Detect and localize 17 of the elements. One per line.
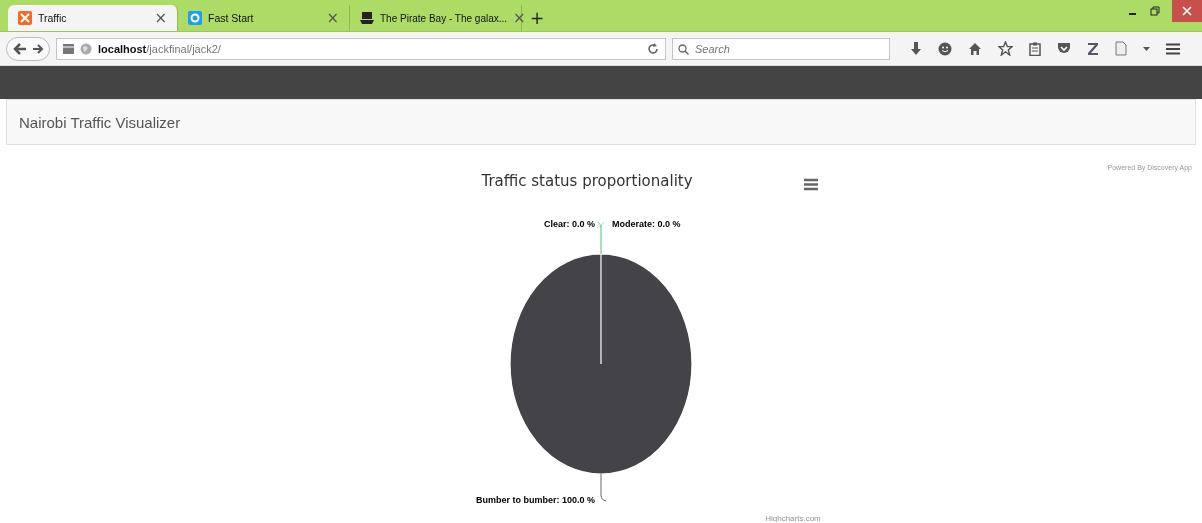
address-field[interactable]: localhost/jackfinal/jack2/ xyxy=(56,37,666,60)
tab-title: Fast Start xyxy=(208,12,255,24)
navbar-brand[interactable]: Nairobi Traffic Visualizer xyxy=(19,113,181,131)
browser-tab[interactable]: Traffic × xyxy=(8,5,178,31)
data-label: Clear: 0.0 % xyxy=(543,219,595,229)
data-label: Moderate: 0.0 % xyxy=(612,219,681,229)
chart-title: Traffic status proportionality xyxy=(481,172,693,190)
search-field[interactable]: Search xyxy=(672,37,890,60)
new-tab-button[interactable]: + xyxy=(530,10,545,27)
browser-tab[interactable]: The Pirate Bay - The galax... × xyxy=(350,5,522,31)
data-label: Bumber to bumber: 100.0 % xyxy=(475,495,595,505)
browser-tab[interactable]: Fast Start × xyxy=(178,5,350,31)
tab-title: The Pirate Bay - The galax... xyxy=(380,12,508,24)
close-tab-button[interactable]: × xyxy=(154,10,167,26)
tab-title: Traffic xyxy=(38,12,68,24)
close-tab-button[interactable]: × xyxy=(326,10,339,26)
url-text: localhost/jackfinal/jack2/ xyxy=(98,42,222,55)
